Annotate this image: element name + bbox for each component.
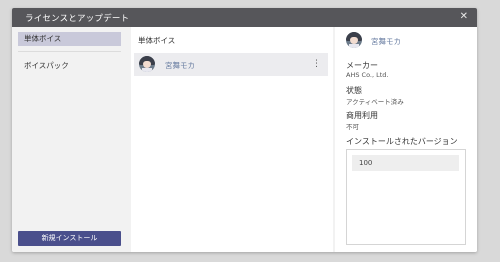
installed-versions-label: インストールされたバージョン [346, 137, 458, 146]
commercial-use-label: 商用利用 [346, 111, 378, 120]
sidebar: 単体ボイス ボイスパック 新規インストール [12, 27, 129, 252]
voice-detail-panel: 宮舞モカ メーカー AHS Co., Ltd. 状態 アクティベート済み 商用利… [335, 27, 477, 252]
detail-voice-name: 宮舞モカ [371, 37, 401, 46]
detail-avatar-icon [346, 32, 362, 48]
voice-list-header: 単体ボイス [138, 36, 176, 45]
new-install-button[interactable]: 新規インストール [18, 231, 121, 246]
sidebar-item-single-voice[interactable]: 単体ボイス [18, 32, 121, 46]
close-icon[interactable]: ✕ [460, 11, 468, 22]
status-label: 状態 [346, 86, 362, 95]
license-update-dialog: ライセンスとアップデート ✕ 単体ボイス ボイスパック 新規インストール 単体ボ… [12, 8, 477, 252]
status-value: アクティベート済み [346, 98, 404, 106]
version-item[interactable]: 100 [352, 155, 459, 171]
maker-label: メーカー [346, 61, 378, 70]
dialog-titlebar: ライセンスとアップデート ✕ [12, 8, 477, 27]
voice-name: 宮舞モカ [165, 61, 195, 70]
voice-list-panel: 単体ボイス 宮舞モカ ⋮ [131, 27, 333, 252]
installed-versions-list: 100 [346, 149, 466, 245]
sidebar-divider [18, 51, 121, 52]
sidebar-item-voice-pack[interactable]: ボイスパック [18, 59, 121, 73]
list-item[interactable]: 宮舞モカ ⋮ [134, 53, 328, 76]
more-options-icon[interactable]: ⋮ [312, 57, 321, 71]
maker-value: AHS Co., Ltd. [346, 71, 389, 79]
voice-avatar-icon [139, 56, 155, 72]
dialog-title: ライセンスとアップデート [25, 14, 130, 24]
commercial-use-value: 不可 [346, 123, 359, 131]
